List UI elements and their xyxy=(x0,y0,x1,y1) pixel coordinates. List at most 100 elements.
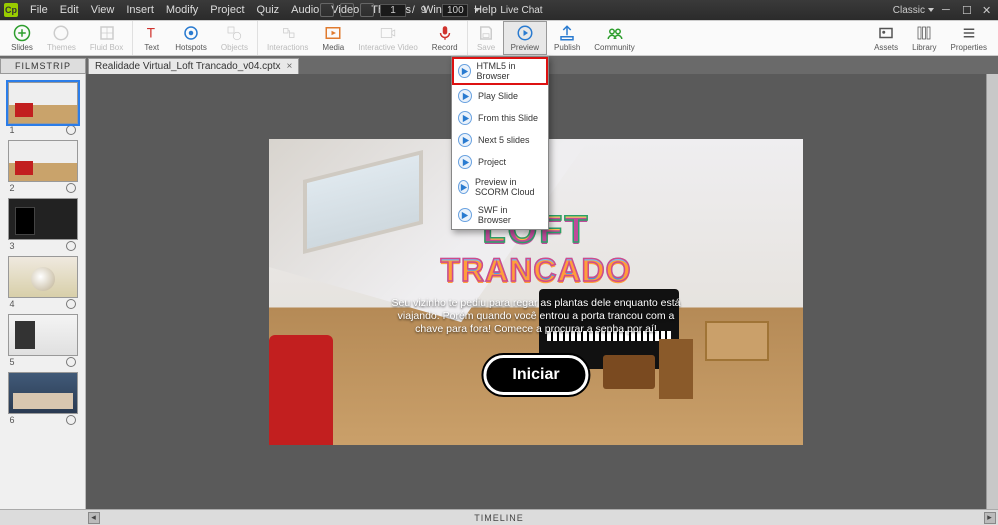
eye-icon[interactable] xyxy=(66,241,76,251)
timeline-label: TIMELINE xyxy=(474,513,524,523)
tool-community[interactable]: Community xyxy=(587,21,641,55)
preview-option-next-5-slides[interactable]: Next 5 slides xyxy=(452,129,548,151)
tool-label: Library xyxy=(912,43,936,52)
close-icon[interactable]: ✕ xyxy=(982,4,994,16)
eye-icon[interactable] xyxy=(66,299,76,309)
preview-option-swf-in-browser[interactable]: SWF in Browser xyxy=(452,201,548,229)
live-chat-link[interactable]: Live Chat xyxy=(500,5,542,16)
tool-interactive-video: Interactive Video xyxy=(351,21,424,55)
eye-icon[interactable] xyxy=(66,415,76,425)
slide-thumb-1[interactable]: 1 xyxy=(8,82,78,136)
slide-number: 3 xyxy=(10,241,15,251)
preview-option-project[interactable]: Project xyxy=(452,151,548,173)
tool-interactions: Interactions xyxy=(257,21,315,55)
slide-thumb-4[interactable]: 4 xyxy=(8,256,78,310)
tool-label: Text xyxy=(144,43,159,52)
panel-assets[interactable]: Assets xyxy=(867,21,905,55)
menu-modify[interactable]: Modify xyxy=(160,4,204,16)
tool-label: Media xyxy=(322,43,344,52)
preview-option-preview-in-scorm-cloud[interactable]: Preview in SCORM Cloud xyxy=(452,173,548,201)
assets-icon xyxy=(877,24,895,42)
plus-icon xyxy=(13,24,31,42)
tool-slides[interactable]: Slides xyxy=(4,21,40,55)
document-tab[interactable]: Realidade Virtual_Loft Trancado_v04.cptx… xyxy=(88,58,299,74)
play-icon xyxy=(458,180,469,194)
tool-objects: Objects xyxy=(214,21,255,55)
preview-dropdown: HTML5 in Browser Play Slide From this Slid… xyxy=(451,56,549,230)
tool-label: Record xyxy=(432,43,458,52)
stage-scrollbar[interactable] xyxy=(986,74,998,509)
piano-stool xyxy=(603,355,655,389)
page-current-input[interactable] xyxy=(380,4,406,17)
slide-number: 4 xyxy=(10,299,15,309)
option-label: Play Slide xyxy=(478,91,518,101)
slide-thumb-5[interactable]: 5 xyxy=(8,314,78,368)
tool-label: Objects xyxy=(221,43,248,52)
filmstrip-panel: 1 2 3 4 5 6 xyxy=(0,74,86,509)
slide-description: Seu vizinho te pediu para regar as plant… xyxy=(386,297,686,336)
tool-label: Publish xyxy=(554,43,580,52)
slide-thumb-2[interactable]: 2 xyxy=(8,140,78,194)
preview-option-from-this-slide[interactable]: From this Slide xyxy=(452,107,548,129)
save-icon xyxy=(477,24,495,42)
workspace-switcher[interactable]: Classic xyxy=(893,5,934,16)
menu-project[interactable]: Project xyxy=(204,4,250,16)
wood-chair xyxy=(659,339,693,399)
menu-quiz[interactable]: Quiz xyxy=(251,4,286,16)
page-total: 9 xyxy=(421,5,427,16)
titlebar-center-tools: / 9 Live Chat xyxy=(320,3,543,17)
slide-thumb-6[interactable]: 6 xyxy=(8,372,78,426)
panel-library[interactable]: Library xyxy=(905,21,943,55)
scroll-left-icon[interactable]: ◂ xyxy=(88,512,100,524)
tool-label: Themes xyxy=(47,43,76,52)
menu-insert[interactable]: Insert xyxy=(120,4,160,16)
eye-icon[interactable] xyxy=(66,125,76,135)
filmstrip-header: FILMSTRIP xyxy=(0,58,86,74)
ivideo-icon xyxy=(379,24,397,42)
slide-number: 2 xyxy=(10,183,15,193)
slide-number: 1 xyxy=(10,125,15,135)
slide-number: 5 xyxy=(10,357,15,367)
cloud-icon[interactable] xyxy=(340,3,354,17)
library-icon xyxy=(915,24,933,42)
text-icon: T xyxy=(143,24,161,42)
zoom-input[interactable] xyxy=(442,4,468,17)
tool-text[interactable]: T Text xyxy=(132,21,168,55)
tool-label: Assets xyxy=(874,43,898,52)
layout-icon[interactable] xyxy=(320,3,334,17)
eye-icon[interactable] xyxy=(66,357,76,367)
menu-file[interactable]: File xyxy=(24,4,54,16)
tool-publish[interactable]: Publish xyxy=(547,21,587,55)
slide-number: 6 xyxy=(10,415,15,425)
tab-close-icon[interactable]: × xyxy=(287,61,293,72)
eye-icon[interactable] xyxy=(66,183,76,193)
minimize-icon[interactable]: ─ xyxy=(942,4,954,16)
svg-text:T: T xyxy=(147,26,155,41)
option-label: HTML5 in Browser xyxy=(477,61,542,81)
slide-thumb-3[interactable]: 3 xyxy=(8,198,78,252)
scroll-right-icon[interactable]: ▸ xyxy=(984,512,996,524)
tool-label: Hotspots xyxy=(175,43,207,52)
menu-view[interactable]: View xyxy=(85,4,121,16)
props-icon xyxy=(960,24,978,42)
start-button[interactable]: Iniciar xyxy=(483,355,588,395)
chevron-down-icon[interactable] xyxy=(474,8,480,12)
fluid-icon xyxy=(98,24,116,42)
tool-preview[interactable]: Preview xyxy=(503,21,547,55)
play-icon xyxy=(458,133,472,147)
maximize-icon[interactable]: ☐ xyxy=(962,4,974,16)
timeline-panel[interactable]: ◂ TIMELINE ▸ xyxy=(0,509,998,525)
sync-icon[interactable] xyxy=(360,3,374,17)
option-label: Next 5 slides xyxy=(478,135,530,145)
option-label: From this Slide xyxy=(478,113,538,123)
community-icon xyxy=(606,24,624,42)
preview-option-html5-in-browser[interactable]: HTML5 in Browser xyxy=(452,57,548,85)
tool-media[interactable]: Media xyxy=(315,21,351,55)
tool-record[interactable]: Record xyxy=(425,21,465,55)
tool-hotspots[interactable]: Hotspots xyxy=(168,21,214,55)
preview-option-play-slide[interactable]: Play Slide xyxy=(452,85,548,107)
play-icon xyxy=(516,24,534,42)
panel-properties[interactable]: Properties xyxy=(944,21,994,55)
menu-edit[interactable]: Edit xyxy=(54,4,85,16)
tool-label: Community xyxy=(594,43,634,52)
